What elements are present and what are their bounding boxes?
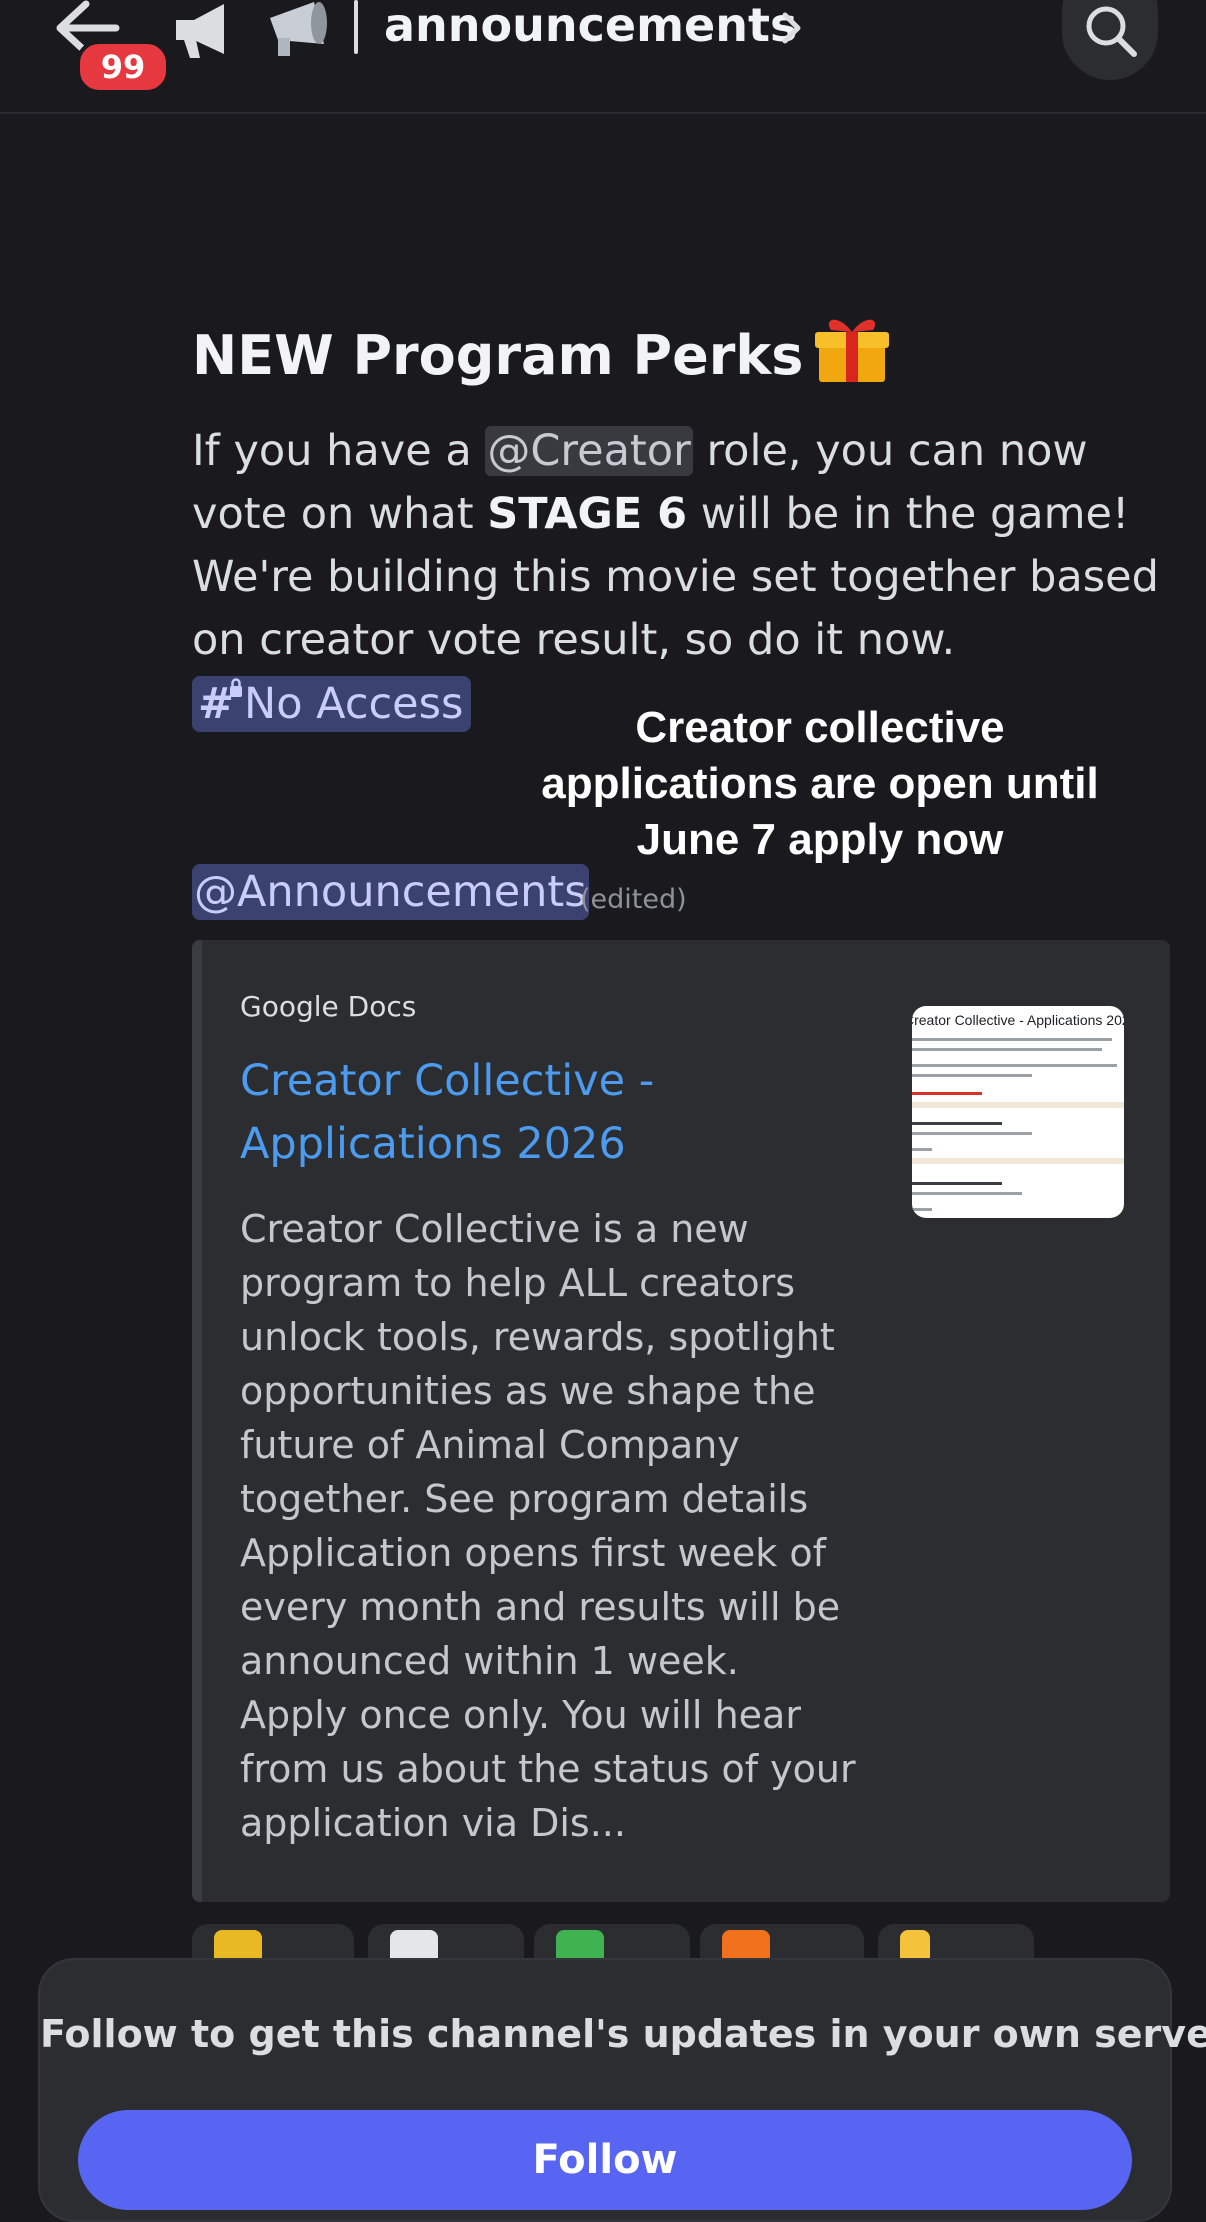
embed-desc-paragraph-3: Apply once only. You will hear from us a… (240, 1693, 856, 1845)
thumb-text-line (912, 1074, 1032, 1077)
channel-header: 99 announcements (0, 0, 1206, 114)
thumb-required-line (912, 1092, 982, 1095)
embed-thumbnail[interactable]: Creator Collective - Applications 2026 (912, 1006, 1124, 1218)
embed-desc-paragraph-1: Creator Collective is a new program to h… (240, 1207, 835, 1521)
channel-name[interactable]: announcements (384, 0, 797, 50)
thumb-text-line (912, 1208, 932, 1211)
locked-channel-icon: # (198, 678, 244, 729)
follow-prompt-text: Follow to get this channel's updates in … (40, 2012, 1206, 2056)
thumb-text-line (912, 1064, 1117, 1067)
thumb-text-line (912, 1182, 1002, 1185)
gift-icon (813, 312, 891, 386)
edited-label: (edited) (580, 884, 687, 915)
megaphone-emoji-icon (264, 0, 334, 62)
link-embed[interactable]: Google Docs Creator Collective - Applica… (192, 940, 1170, 1902)
thumb-text-line (912, 1192, 1022, 1195)
embed-title-link[interactable]: Creator Collective - Applications 2026 (240, 1050, 760, 1176)
message-heading: NEW Program Perks (192, 312, 891, 391)
body-intro: If you have a (192, 426, 486, 476)
thumb-separator (912, 1102, 1124, 1108)
stage-bold-text: STAGE 6 (487, 489, 688, 539)
embed-description: Creator Collective is a new program to h… (240, 1202, 880, 1850)
header-divider (354, 0, 358, 54)
search-button[interactable] (1062, 0, 1158, 80)
thumb-text-line (912, 1048, 1102, 1051)
message-title-text: NEW Program Perks (192, 324, 804, 387)
thumb-text-line (912, 1122, 1002, 1125)
embed-desc-paragraph-2: Application opens first week of every mo… (240, 1531, 841, 1683)
thumbnail-title: Creator Collective - Applications 2026 (912, 1012, 1124, 1028)
body-game-text: will be in the game! (687, 489, 1130, 539)
chevron-right-icon[interactable] (780, 10, 804, 46)
embed-accent-bar (192, 940, 202, 1902)
thumb-text-line (912, 1038, 1112, 1041)
thumb-text-line (912, 1148, 932, 1151)
message-body: If you have a @Creator role, you can now… (192, 420, 1172, 672)
creator-role-mention[interactable]: @Creator (485, 426, 693, 476)
follow-channel-sheet: Follow to get this channel's updates in … (38, 1958, 1206, 2222)
search-icon (1086, 6, 1137, 57)
unread-badge: 99 (76, 40, 170, 94)
thumb-text-line (912, 1132, 1032, 1135)
channel-link-label: No Access (244, 679, 464, 729)
body-line-2: We're building this movie set together b… (192, 552, 1159, 665)
announcements-role-mention[interactable]: @Announcements (192, 864, 589, 920)
channel-link-no-access[interactable]: # No Access (192, 676, 472, 732)
announcement-channel-icon (172, 0, 236, 62)
thumb-separator (912, 1158, 1124, 1164)
embed-provider: Google Docs (240, 990, 417, 1023)
overlay-caption: Creator collective applications are open… (541, 703, 1099, 864)
follow-button[interactable]: Follow (78, 2110, 1132, 2210)
